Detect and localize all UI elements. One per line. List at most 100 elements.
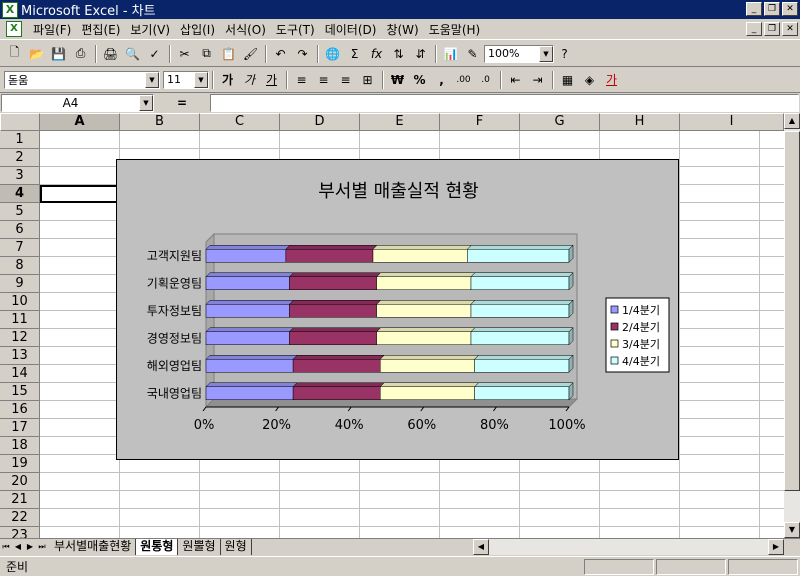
scroll-down-icon[interactable]: ▼ bbox=[784, 522, 800, 538]
autosum-icon[interactable]: Σ bbox=[344, 44, 365, 64]
row-header-17[interactable]: 17 bbox=[0, 419, 40, 437]
row-header-3[interactable]: 3 bbox=[0, 167, 40, 185]
font-size-select[interactable]: 11 ▼ bbox=[163, 70, 209, 89]
chart-object[interactable]: 부서별 매출실적 현황 국내영업팀 해외영업팀 경영정보팀 투자정보팀 기획운영팀 고객지원… bbox=[116, 159, 679, 460]
prev-sheet-icon[interactable]: ◀ bbox=[12, 540, 24, 554]
undo-icon[interactable]: ↶ bbox=[270, 44, 291, 64]
row-header-23[interactable]: 23 bbox=[0, 527, 40, 538]
sheet-tab[interactable]: 원뿔형 bbox=[178, 539, 221, 555]
spelling-icon[interactable]: ✓ bbox=[144, 44, 165, 64]
formula-input[interactable] bbox=[210, 94, 799, 112]
next-sheet-icon[interactable]: ▶ bbox=[24, 540, 36, 554]
paste-icon[interactable]: 📋 bbox=[218, 44, 239, 64]
row-header-11[interactable]: 11 bbox=[0, 311, 40, 329]
save-icon[interactable]: 💾 bbox=[48, 44, 69, 64]
help-icon[interactable]: ? bbox=[554, 44, 575, 64]
doc-restore-button[interactable]: ❐ bbox=[764, 22, 780, 36]
align-left-icon[interactable]: ≡ bbox=[291, 70, 312, 90]
percent-icon[interactable]: % bbox=[409, 70, 430, 90]
preview-icon[interactable]: 🔍 bbox=[122, 44, 143, 64]
sheet-tab[interactable]: 원형 bbox=[221, 539, 252, 555]
function-icon[interactable]: fx bbox=[366, 44, 387, 64]
close-button[interactable]: ✕ bbox=[782, 2, 798, 16]
merge-center-icon[interactable]: ⊞ bbox=[357, 70, 378, 90]
sort-ascending-icon[interactable]: ⇅ bbox=[388, 44, 409, 64]
active-cell[interactable] bbox=[40, 185, 120, 203]
menu-edit[interactable]: 편집(E) bbox=[76, 21, 125, 38]
new-icon[interactable]: 🗋 bbox=[4, 44, 25, 64]
increase-decimal-icon[interactable]: .00 bbox=[453, 70, 474, 90]
row-header-5[interactable]: 5 bbox=[0, 203, 40, 221]
row-header-20[interactable]: 20 bbox=[0, 473, 40, 491]
font-name-select[interactable]: 돋움 ▼ bbox=[4, 70, 160, 89]
column-header-e[interactable]: E bbox=[360, 113, 440, 131]
decrease-indent-icon[interactable]: ⇤ bbox=[505, 70, 526, 90]
scroll-left-icon[interactable]: ◀ bbox=[473, 539, 489, 555]
doc-minimize-button[interactable]: _ bbox=[746, 22, 762, 36]
row-header-13[interactable]: 13 bbox=[0, 347, 40, 365]
chevron-down-icon[interactable]: ▼ bbox=[539, 45, 553, 62]
name-box[interactable]: A4 ▼ bbox=[1, 94, 154, 112]
chevron-down-icon[interactable]: ▼ bbox=[139, 95, 153, 111]
row-header-6[interactable]: 6 bbox=[0, 221, 40, 239]
column-header-h[interactable]: H bbox=[600, 113, 680, 131]
bold-icon[interactable]: 가 bbox=[217, 70, 238, 90]
row-header-9[interactable]: 9 bbox=[0, 275, 40, 293]
sheet-tab-active[interactable]: 원통형 bbox=[136, 539, 179, 555]
comma-icon[interactable]: , bbox=[431, 70, 452, 90]
select-all-corner[interactable] bbox=[0, 113, 40, 131]
column-header-a[interactable]: A bbox=[40, 113, 120, 131]
row-header-1[interactable]: 1 bbox=[0, 131, 40, 149]
row-header-8[interactable]: 8 bbox=[0, 257, 40, 275]
column-header-g[interactable]: G bbox=[520, 113, 600, 131]
menu-data[interactable]: 데이터(D) bbox=[320, 21, 382, 38]
sort-descending-icon[interactable]: ⇵ bbox=[410, 44, 431, 64]
horizontal-scrollbar[interactable]: ◀ ▶ bbox=[473, 539, 784, 555]
chevron-down-icon[interactable]: ▼ bbox=[145, 71, 159, 88]
currency-icon[interactable]: ₩ bbox=[387, 70, 408, 90]
scroll-right-icon[interactable]: ▶ bbox=[768, 539, 784, 555]
row-header-14[interactable]: 14 bbox=[0, 365, 40, 383]
copy-icon[interactable]: ⧉ bbox=[196, 44, 217, 64]
font-color-icon[interactable]: 가 bbox=[601, 70, 622, 90]
menu-view[interactable]: 보기(V) bbox=[125, 21, 175, 38]
zoom-select[interactable]: 100% ▼ bbox=[484, 44, 554, 63]
underline-icon[interactable]: 가 bbox=[261, 70, 282, 90]
align-center-icon[interactable]: ≡ bbox=[313, 70, 334, 90]
row-header-16[interactable]: 16 bbox=[0, 401, 40, 419]
menu-insert[interactable]: 삽입(I) bbox=[175, 21, 220, 38]
fill-color-icon[interactable]: ◈ bbox=[579, 70, 600, 90]
row-header-12[interactable]: 12 bbox=[0, 329, 40, 347]
first-sheet-icon[interactable]: ⏮ bbox=[0, 540, 12, 554]
borders-icon[interactable]: ▦ bbox=[557, 70, 578, 90]
chevron-down-icon[interactable]: ▼ bbox=[194, 71, 208, 88]
menu-tools[interactable]: 도구(T) bbox=[271, 21, 320, 38]
italic-icon[interactable]: 가 bbox=[239, 70, 260, 90]
align-right-icon[interactable]: ≡ bbox=[335, 70, 356, 90]
restore-button[interactable]: ❐ bbox=[764, 2, 780, 16]
menu-window[interactable]: 창(W) bbox=[381, 21, 423, 38]
row-header-7[interactable]: 7 bbox=[0, 239, 40, 257]
column-header-i[interactable]: I bbox=[680, 113, 784, 131]
column-header-c[interactable]: C bbox=[200, 113, 280, 131]
worksheet-grid[interactable]: ABCDEFGHI 1 2 3 4 5 6 7 8 9 10 11 12 13 14 15 16 17 18 19 2… bbox=[0, 113, 800, 538]
cut-icon[interactable]: ✂ bbox=[174, 44, 195, 64]
row-header-15[interactable]: 15 bbox=[0, 383, 40, 401]
scroll-up-icon[interactable]: ▲ bbox=[784, 113, 800, 129]
minimize-button[interactable]: _ bbox=[746, 2, 762, 16]
decrease-decimal-icon[interactable]: .0 bbox=[475, 70, 496, 90]
print-preview-icon[interactable]: 🖨 bbox=[100, 44, 121, 64]
row-header-2[interactable]: 2 bbox=[0, 149, 40, 167]
row-header-18[interactable]: 18 bbox=[0, 437, 40, 455]
increase-indent-icon[interactable]: ⇥ bbox=[527, 70, 548, 90]
last-sheet-icon[interactable]: ⏭ bbox=[36, 540, 48, 554]
chart-svg[interactable]: 부서별 매출실적 현황국내영업팀 해외영업팀 경영정보팀 투자정보팀 기획운영팀 고객지원… bbox=[117, 160, 680, 461]
drawing-icon[interactable]: ✎ bbox=[462, 44, 483, 64]
workbook-icon[interactable]: X bbox=[6, 21, 22, 37]
column-header-b[interactable]: B bbox=[120, 113, 200, 131]
redo-icon[interactable]: ↷ bbox=[292, 44, 313, 64]
row-header-10[interactable]: 10 bbox=[0, 293, 40, 311]
row-header-21[interactable]: 21 bbox=[0, 491, 40, 509]
menu-file[interactable]: 파일(F) bbox=[28, 21, 76, 38]
doc-close-button[interactable]: ✕ bbox=[782, 22, 798, 36]
